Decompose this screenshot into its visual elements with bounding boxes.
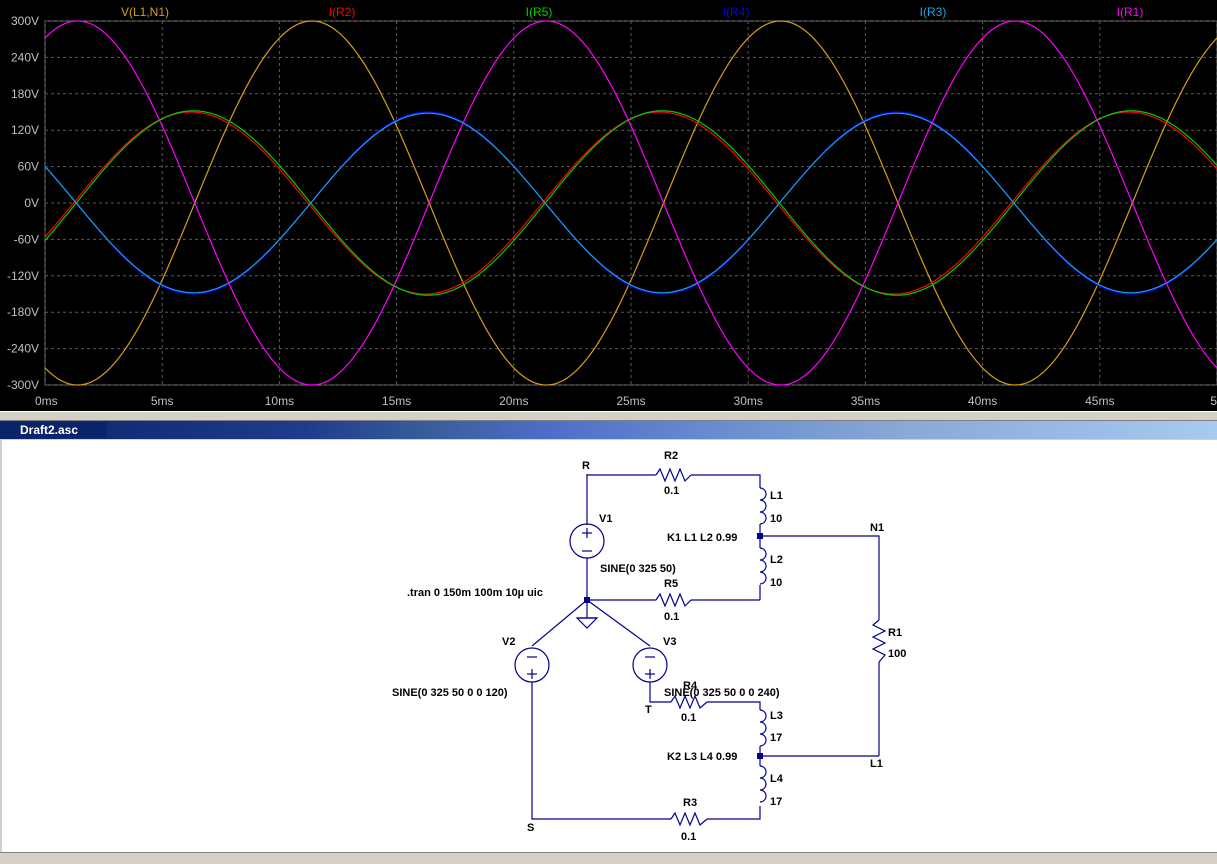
r2-ref: R2	[664, 450, 678, 462]
y-tick-label: -120V	[7, 269, 39, 283]
x-tick-label: 40ms	[968, 394, 997, 408]
y-tick-label: 120V	[11, 123, 39, 137]
inductor-l1[interactable]	[759, 487, 767, 525]
legend-i-r2-[interactable]: I(R2)	[329, 5, 356, 19]
legend-i-r1-[interactable]: I(R1)	[1117, 5, 1144, 19]
tran-directive[interactable]: .tran 0 150m 100m 10µ uic	[407, 587, 543, 599]
node-label-r: R	[582, 460, 590, 472]
junction-k1	[757, 533, 763, 539]
pane-splitter[interactable]	[0, 411, 1217, 421]
r2-value: 0.1	[664, 485, 679, 497]
x-tick-label: 10ms	[265, 394, 294, 408]
v3-ref: V3	[663, 636, 676, 648]
x-tick-label: 45ms	[1085, 394, 1114, 408]
l4-value: 17	[770, 796, 782, 808]
junction-neutral	[584, 597, 590, 603]
l3-ref: L3	[770, 710, 783, 722]
y-tick-label: 0V	[24, 196, 39, 210]
y-tick-label: 300V	[11, 14, 39, 28]
legend-v-l1-n1-[interactable]: V(L1,N1)	[121, 5, 169, 19]
wire-r2-l1	[691, 474, 761, 488]
r1-ref: R1	[888, 627, 902, 639]
inductor-l3[interactable]	[759, 709, 767, 747]
legend-i-r4-[interactable]: I(R4)	[723, 5, 750, 19]
v1-ref: V1	[599, 513, 612, 525]
resistor-r1[interactable]	[871, 619, 887, 663]
x-tick-label: 35ms	[851, 394, 880, 408]
v1-value: SINE(0 325 50)	[600, 563, 676, 575]
legend-i-r5-[interactable]: I(R5)	[526, 5, 553, 19]
x-tick-label: 15ms	[382, 394, 411, 408]
wire-neutral-v3	[586, 599, 651, 647]
wire-l4-r3	[707, 806, 761, 820]
x-tick-label: 5ms	[151, 394, 174, 408]
r5-value: 0.1	[664, 611, 679, 623]
wire-r4-l3	[707, 701, 761, 710]
y-tick-label: -60V	[14, 232, 39, 246]
inductor-l4[interactable]	[759, 765, 767, 803]
v3-value: SINE(0 325 50 0 0 240)	[664, 687, 780, 699]
y-tick-label: 240V	[11, 50, 39, 64]
r4-value: 0.1	[681, 712, 696, 724]
ground-symbol	[575, 617, 599, 629]
l1-value: 10	[770, 513, 782, 525]
y-tick-label: -300V	[7, 378, 39, 392]
x-tick-label: 0ms	[35, 394, 58, 408]
schematic-pane[interactable]: R N1 T S L1 R2 0.1 R5 0.1 R4 0.1 R3 0.1 …	[2, 440, 1217, 852]
tab-draft2-asc[interactable]: Draft2.asc	[2, 422, 106, 438]
r3-ref: R3	[683, 797, 697, 809]
l4-ref: L4	[770, 773, 784, 785]
v2-ref: V2	[502, 636, 515, 648]
v2-value: SINE(0 325 50 0 0 120)	[392, 687, 508, 699]
status-bar	[0, 852, 1217, 864]
inductor-l2[interactable]	[759, 547, 767, 585]
r5-ref: R5	[664, 578, 678, 590]
wire-neutral-v2	[531, 599, 588, 647]
y-tick-label: -240V	[7, 342, 39, 356]
x-tick-label: 20ms	[499, 394, 528, 408]
node-label-t: T	[645, 704, 652, 716]
schematic-canvas[interactable]: R N1 T S L1 R2 0.1 R5 0.1 R4 0.1 R3 0.1 …	[2, 440, 1217, 852]
y-tick-label: 60V	[18, 160, 39, 174]
l2-value: 10	[770, 577, 782, 589]
y-tick-label: 180V	[11, 87, 39, 101]
document-tab-bar: Draft2.asc	[0, 421, 1217, 439]
wire-r-top	[586, 474, 656, 476]
resistor-r3[interactable]	[670, 811, 708, 827]
l1-ref: L1	[770, 490, 783, 502]
x-tick-label: 50	[1210, 394, 1217, 408]
r3-value: 0.1	[681, 831, 696, 843]
l2-ref: L2	[770, 554, 783, 566]
legend-i-r3-[interactable]: I(R3)	[920, 5, 947, 19]
k1-directive[interactable]: K1 L1 L2 0.99	[667, 532, 737, 544]
waveform-plot[interactable]: 300V 240V 180V 120V 60V 0V -60V -120V -180V -240V…	[0, 0, 1217, 411]
resistor-r2[interactable]	[655, 467, 692, 483]
waveform-pane[interactable]: 300V 240V 180V 120V 60V 0V -60V -120V -180V -240V…	[0, 0, 1217, 411]
junction-k2	[757, 753, 763, 759]
x-tick-label: 30ms	[734, 394, 763, 408]
resistor-r5[interactable]	[655, 592, 692, 608]
l3-value: 17	[770, 732, 782, 744]
k2-directive[interactable]: K2 L3 L4 0.99	[667, 751, 737, 763]
node-label-s: S	[527, 822, 534, 834]
y-tick-label: -180V	[7, 305, 39, 319]
x-tick-label: 25ms	[616, 394, 645, 408]
node-label-l1: L1	[870, 758, 883, 770]
node-label-n1: N1	[870, 522, 884, 534]
r1-value: 100	[888, 648, 906, 660]
